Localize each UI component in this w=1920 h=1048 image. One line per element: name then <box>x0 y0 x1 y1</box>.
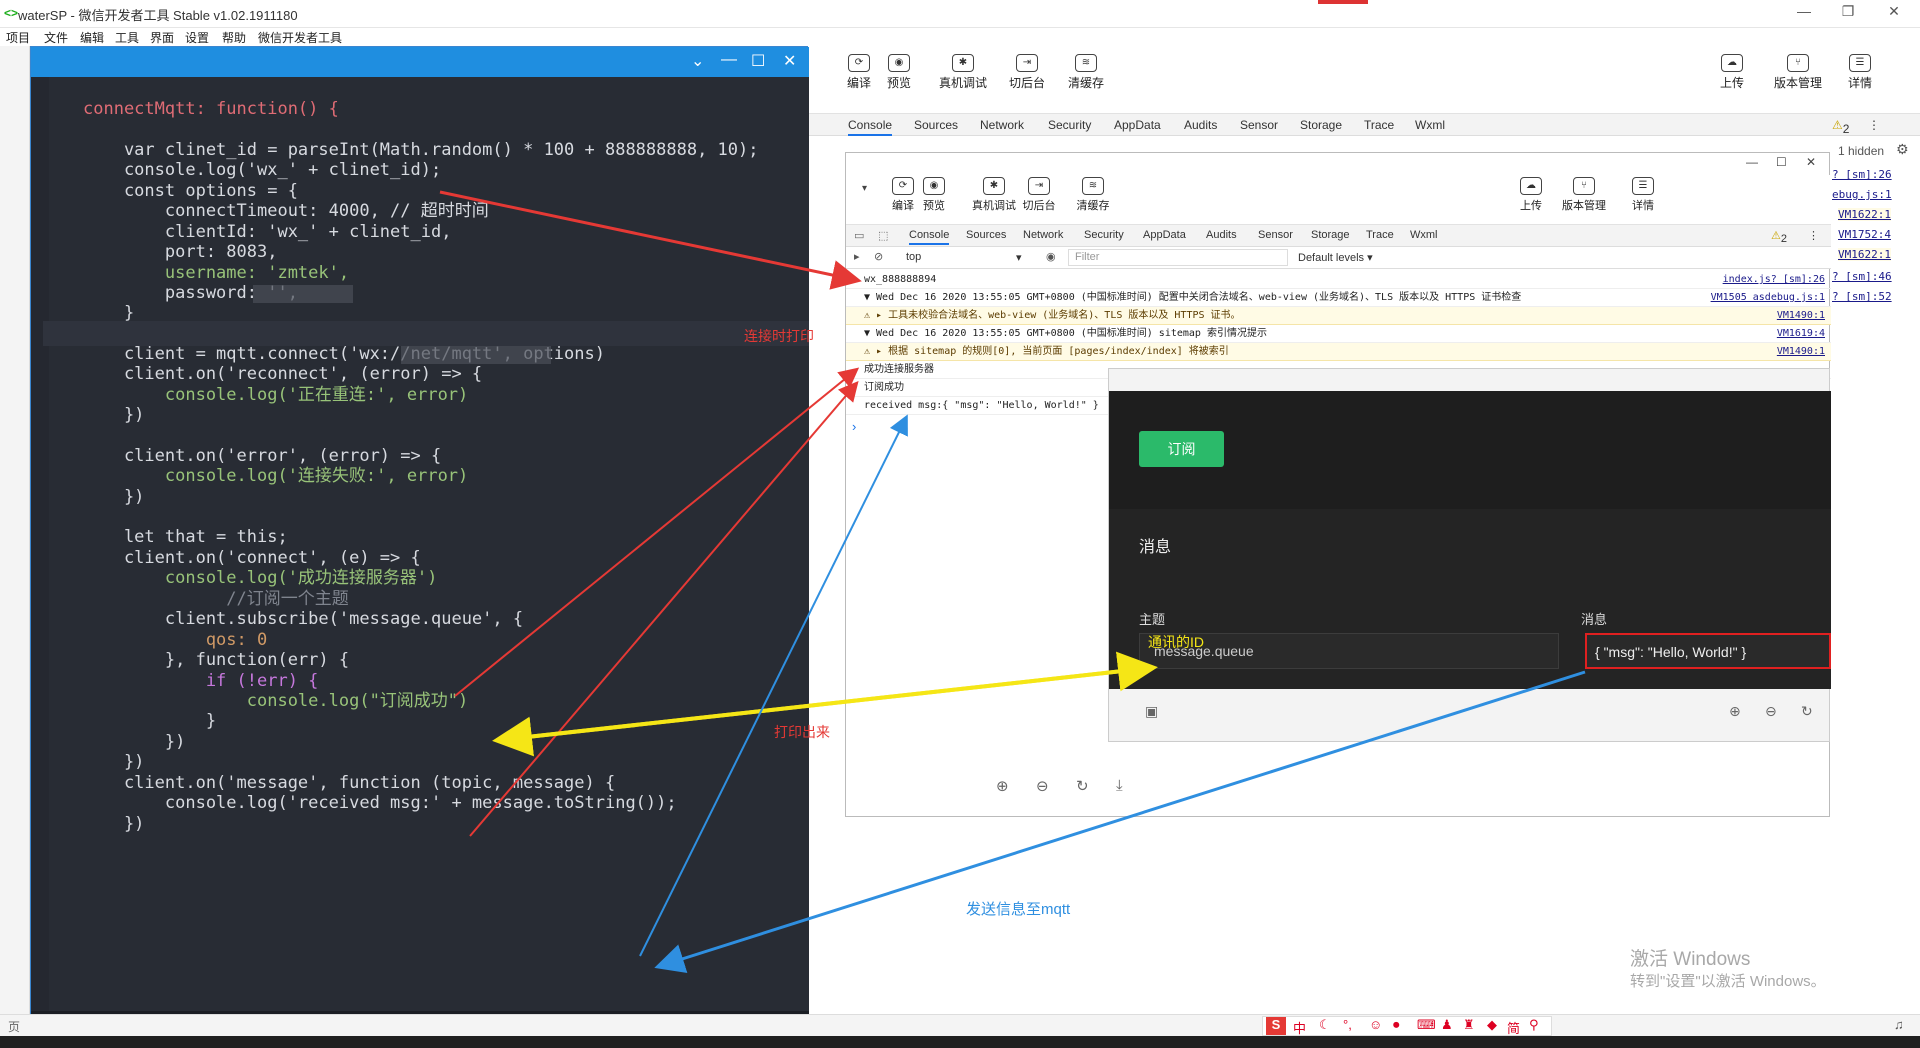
smile-icon[interactable]: ☺ <box>1369 1017 1382 1032</box>
activation-title: 激活 Windows <box>1630 949 1751 970</box>
mic-icon[interactable]: ⏺ <box>1393 1017 1400 1033</box>
arrow-blue <box>654 670 1586 974</box>
simplified-toggle[interactable]: 简 <box>1507 1018 1520 1037</box>
sogou-logo-icon: S <box>1266 1017 1286 1035</box>
arrow-blue <box>639 414 908 957</box>
status-bar: 页 ♫ <box>0 1014 1920 1036</box>
taskbar <box>0 1036 1920 1048</box>
person-icon[interactable]: ♟ <box>1441 1017 1453 1033</box>
punctuation-icon[interactable]: °, <box>1343 1017 1352 1032</box>
annotation-connect-print: 连接时打印 <box>744 328 814 344</box>
arrow-red <box>469 380 859 837</box>
bell-icon[interactable]: ♫ <box>1894 1017 1904 1032</box>
shirt-icon[interactable]: ♜ <box>1463 1017 1475 1033</box>
status-label: 页 <box>8 1020 21 1034</box>
search-icon[interactable]: ⚲ <box>1529 1017 1539 1033</box>
arrow-red <box>439 190 862 290</box>
annotation-send-mqtt: 发送信息至mqtt <box>966 901 1071 918</box>
activation-subtitle: 转到"设置"以激活 Windows。 <box>1630 973 1826 990</box>
keyboard-icon[interactable]: ⌨ <box>1417 1017 1436 1033</box>
annotation-comm-id: 通讯的ID <box>1148 634 1204 650</box>
ime-mode[interactable]: 中 <box>1293 1018 1306 1037</box>
arrow-red <box>454 367 860 697</box>
annotation-arrows <box>439 190 1586 974</box>
full-width-icon[interactable]: ◆ <box>1487 1017 1497 1033</box>
annotation-print-out: 打印出来 <box>774 724 830 740</box>
ime-toolbar: S 中 ☾ °, ☺ ⏺ ⌨ ♟ ♜ ◆ 简 ⚲ <box>1262 1016 1552 1036</box>
moon-icon[interactable]: ☾ <box>1319 1017 1331 1033</box>
